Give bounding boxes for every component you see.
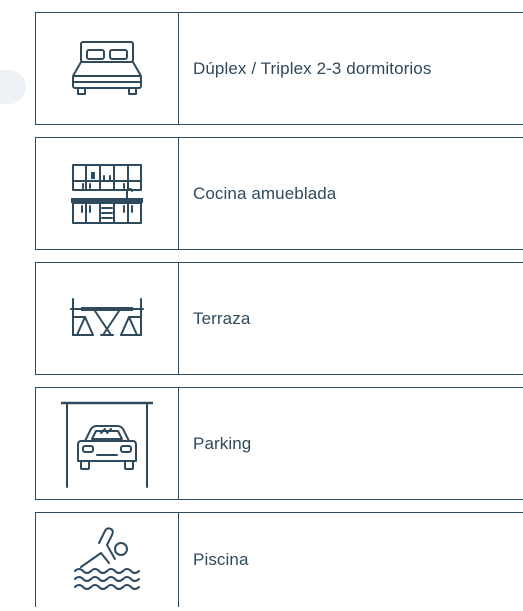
feature-row-kitchen: Cocina amueblada [35, 137, 523, 250]
feature-label: Dúplex / Triplex 2-3 dormitorios [193, 58, 432, 78]
feature-label-cell: Cocina amueblada [179, 138, 523, 249]
feature-label-cell: Dúplex / Triplex 2-3 dormitorios [179, 13, 523, 124]
feature-label-cell: Piscina [179, 513, 523, 607]
kitchen-icon [69, 162, 145, 226]
feature-label: Terraza [193, 308, 251, 328]
terrace-table-icon [67, 295, 147, 343]
feature-row-parking: Parking [35, 387, 523, 500]
feature-icon-cell [36, 513, 179, 607]
feature-icon-cell [36, 388, 179, 499]
feature-row-terrace: Terraza [35, 262, 523, 375]
features-list: Dúplex / Triplex 2-3 dormitorios Cocina … [35, 12, 523, 611]
bed-icon [67, 38, 147, 100]
feature-row-pool: Piscina [35, 512, 523, 607]
features-page: Dúplex / Triplex 2-3 dormitorios Cocina … [0, 0, 523, 611]
parking-car-icon [57, 399, 157, 489]
feature-icon-cell [36, 138, 179, 249]
decorative-shape [0, 70, 26, 104]
feature-label-cell: Terraza [179, 263, 523, 374]
feature-label: Cocina amueblada [193, 183, 337, 203]
swimmer-pool-icon [67, 525, 147, 595]
feature-row-bedrooms: Dúplex / Triplex 2-3 dormitorios [35, 12, 523, 125]
feature-icon-cell [36, 13, 179, 124]
feature-icon-cell [36, 263, 179, 374]
feature-label-cell: Parking [179, 388, 523, 499]
feature-label: Parking [193, 433, 252, 453]
feature-label: Piscina [193, 550, 249, 569]
